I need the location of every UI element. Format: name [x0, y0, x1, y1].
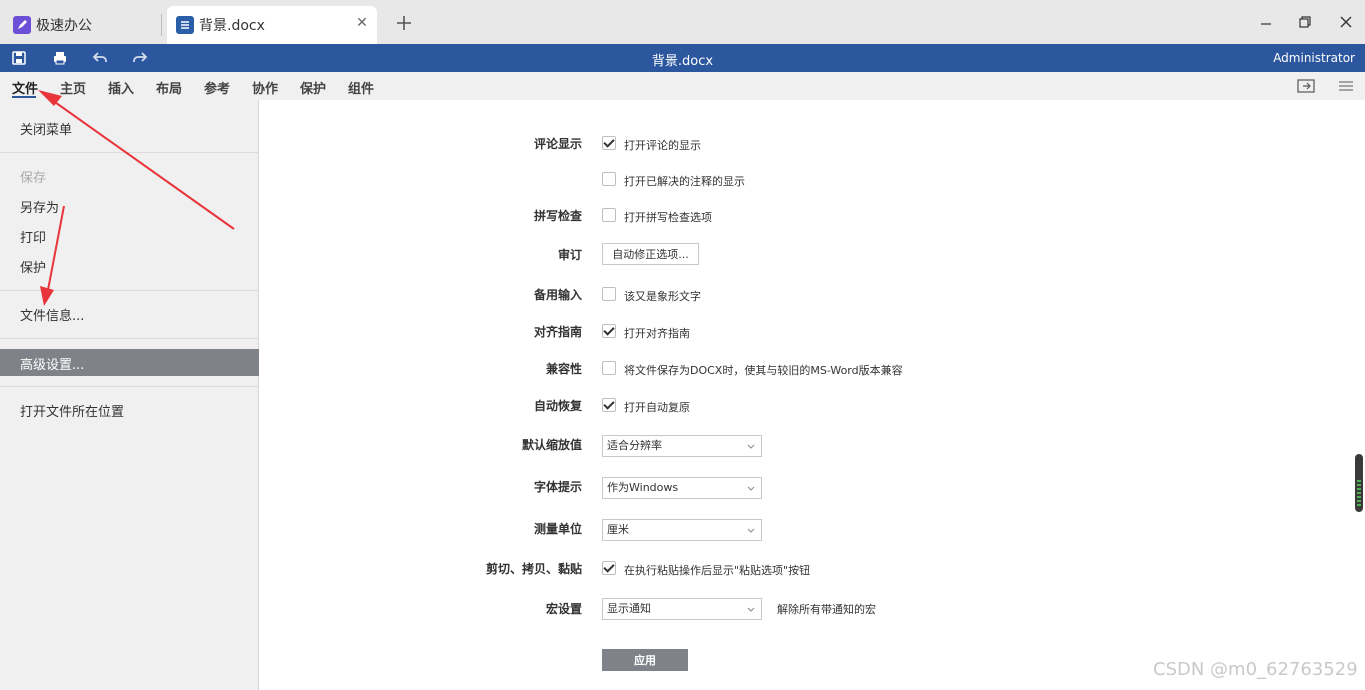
menu-icon[interactable] [1337, 78, 1355, 94]
macro-select[interactable]: 显示通知 [602, 598, 762, 620]
chevron-down-icon [747, 528, 755, 533]
menu-layout[interactable]: 布局 [156, 78, 182, 97]
alt-input-label: 备用输入 [533, 288, 582, 302]
scroll-widget[interactable] [1355, 454, 1363, 512]
divider [0, 290, 259, 291]
protect-item[interactable]: 保护 [20, 257, 46, 276]
spellcheck-checkbox[interactable] [602, 208, 616, 222]
apply-button[interactable]: 应用 [602, 649, 688, 671]
tab-bar: 极速办公 背景.docx ✕ [0, 0, 1365, 44]
rocket-icon [13, 16, 31, 34]
chevron-down-icon [747, 486, 755, 491]
resolved-comments-option: 打开已解决的注释的显示 [624, 175, 745, 188]
close-icon[interactable]: ✕ [355, 16, 369, 30]
ribbon-tabs: 文件 主页 插入 布局 参考 协作 保护 组件 [0, 72, 1365, 100]
autorecover-label: 自动恢复 [533, 399, 582, 413]
spellcheck-label: 拼写检查 [533, 209, 582, 223]
paste-options-option: 在执行粘贴操作后显示"粘贴选项"按钮 [624, 564, 811, 577]
tab-home[interactable]: 极速办公 [6, 6, 160, 44]
menu-collaborate[interactable]: 协作 [252, 78, 278, 97]
autorecover-checkbox[interactable] [602, 398, 616, 412]
watermark-text: CSDN @m0_62763529 [1153, 659, 1358, 680]
file-info-item[interactable]: 文件信息... [20, 305, 84, 324]
font-hinting-select[interactable]: 作为Windows [602, 477, 762, 499]
zoom-value: 适合分辨率 [607, 439, 662, 452]
tab-home-label: 极速办公 [36, 18, 92, 34]
divider [0, 338, 259, 339]
autocorrect-button[interactable]: 自动修正选项... [602, 243, 699, 265]
divider [0, 386, 259, 387]
save-as-item[interactable]: 另存为 [20, 197, 59, 216]
alt-input-checkbox[interactable] [602, 287, 616, 301]
macro-label: 宏设置 [545, 602, 582, 616]
alt-input-option: 该又是象形文字 [624, 290, 701, 303]
resolved-comments-checkbox[interactable] [602, 172, 616, 186]
print-item[interactable]: 打印 [20, 227, 46, 246]
active-tab-indicator [12, 96, 36, 98]
macro-value: 显示通知 [607, 602, 651, 615]
add-tab-icon[interactable] [395, 14, 413, 32]
divider [0, 152, 259, 153]
menu-home[interactable]: 主页 [60, 78, 86, 97]
menu-file[interactable]: 文件 [12, 78, 38, 97]
unit-select[interactable]: 厘米 [602, 519, 762, 541]
menu-insert[interactable]: 插入 [108, 78, 134, 97]
compatibility-label: 兼容性 [545, 362, 582, 376]
menu-plugins[interactable]: 组件 [348, 78, 374, 97]
compatibility-option: 将文件保存为DOCX时，使其与较旧的MS-Word版本兼容 [624, 364, 903, 377]
font-hinting-value: 作为Windows [607, 481, 679, 494]
paste-options-checkbox[interactable] [602, 561, 616, 575]
minimize-icon[interactable] [1258, 14, 1274, 30]
title-bar: 背景.docx Administrator [0, 44, 1365, 72]
tab-divider [161, 14, 162, 36]
font-hinting-label: 字体提示 [533, 480, 582, 494]
open-file-location-item[interactable]: 打开文件所在位置 [20, 401, 124, 420]
review-label: 审订 [557, 248, 582, 262]
save-item: 保存 [20, 171, 47, 186]
align-guides-checkbox[interactable] [602, 324, 616, 338]
zoom-select[interactable]: 适合分辨率 [602, 435, 762, 457]
close-window-icon[interactable] [1338, 14, 1354, 30]
chevron-down-icon [747, 607, 755, 612]
menu-references[interactable]: 参考 [204, 78, 230, 97]
comments-option: 打开评论的显示 [624, 139, 701, 152]
align-guides-label: 对齐指南 [533, 325, 582, 339]
tab-document[interactable]: 背景.docx ✕ [167, 6, 377, 44]
user-name[interactable]: Administrator [1273, 51, 1355, 65]
menu-protect[interactable]: 保护 [300, 78, 326, 97]
spellcheck-option: 打开拼写检查选项 [624, 211, 712, 224]
paste-label: 剪切、拷贝、黏贴 [485, 562, 582, 576]
macro-note: 解除所有带通知的宏 [777, 603, 876, 616]
open-location-icon[interactable] [1297, 78, 1315, 94]
comments-label: 评论显示 [533, 137, 582, 151]
grip-lines [1357, 480, 1361, 508]
chevron-down-icon [747, 444, 755, 449]
unit-value: 厘米 [607, 523, 629, 536]
tab-document-label: 背景.docx [199, 18, 265, 34]
unit-label: 测量单位 [533, 522, 582, 536]
file-menu-panel: 关闭菜单 保存 另存为 打印 保护 文件信息... 高级设置... 打开文件所在… [0, 100, 259, 690]
zoom-label: 默认缩放值 [521, 438, 582, 452]
restore-icon[interactable] [1297, 14, 1313, 30]
close-menu-item[interactable]: 关闭菜单 [20, 119, 72, 138]
comments-checkbox[interactable] [602, 136, 616, 150]
document-icon [176, 16, 194, 34]
app-window: 极速办公 背景.docx ✕ 背景.docx Administrator 文件 … [0, 0, 1365, 690]
advanced-settings-label: 高级设置... [20, 358, 85, 373]
document-title: 背景.docx [651, 54, 714, 69]
advanced-settings-item[interactable]: 高级设置... [0, 349, 259, 376]
align-guides-option: 打开对齐指南 [624, 327, 690, 340]
compatibility-checkbox[interactable] [602, 361, 616, 375]
autorecover-option: 打开自动复原 [624, 401, 690, 414]
